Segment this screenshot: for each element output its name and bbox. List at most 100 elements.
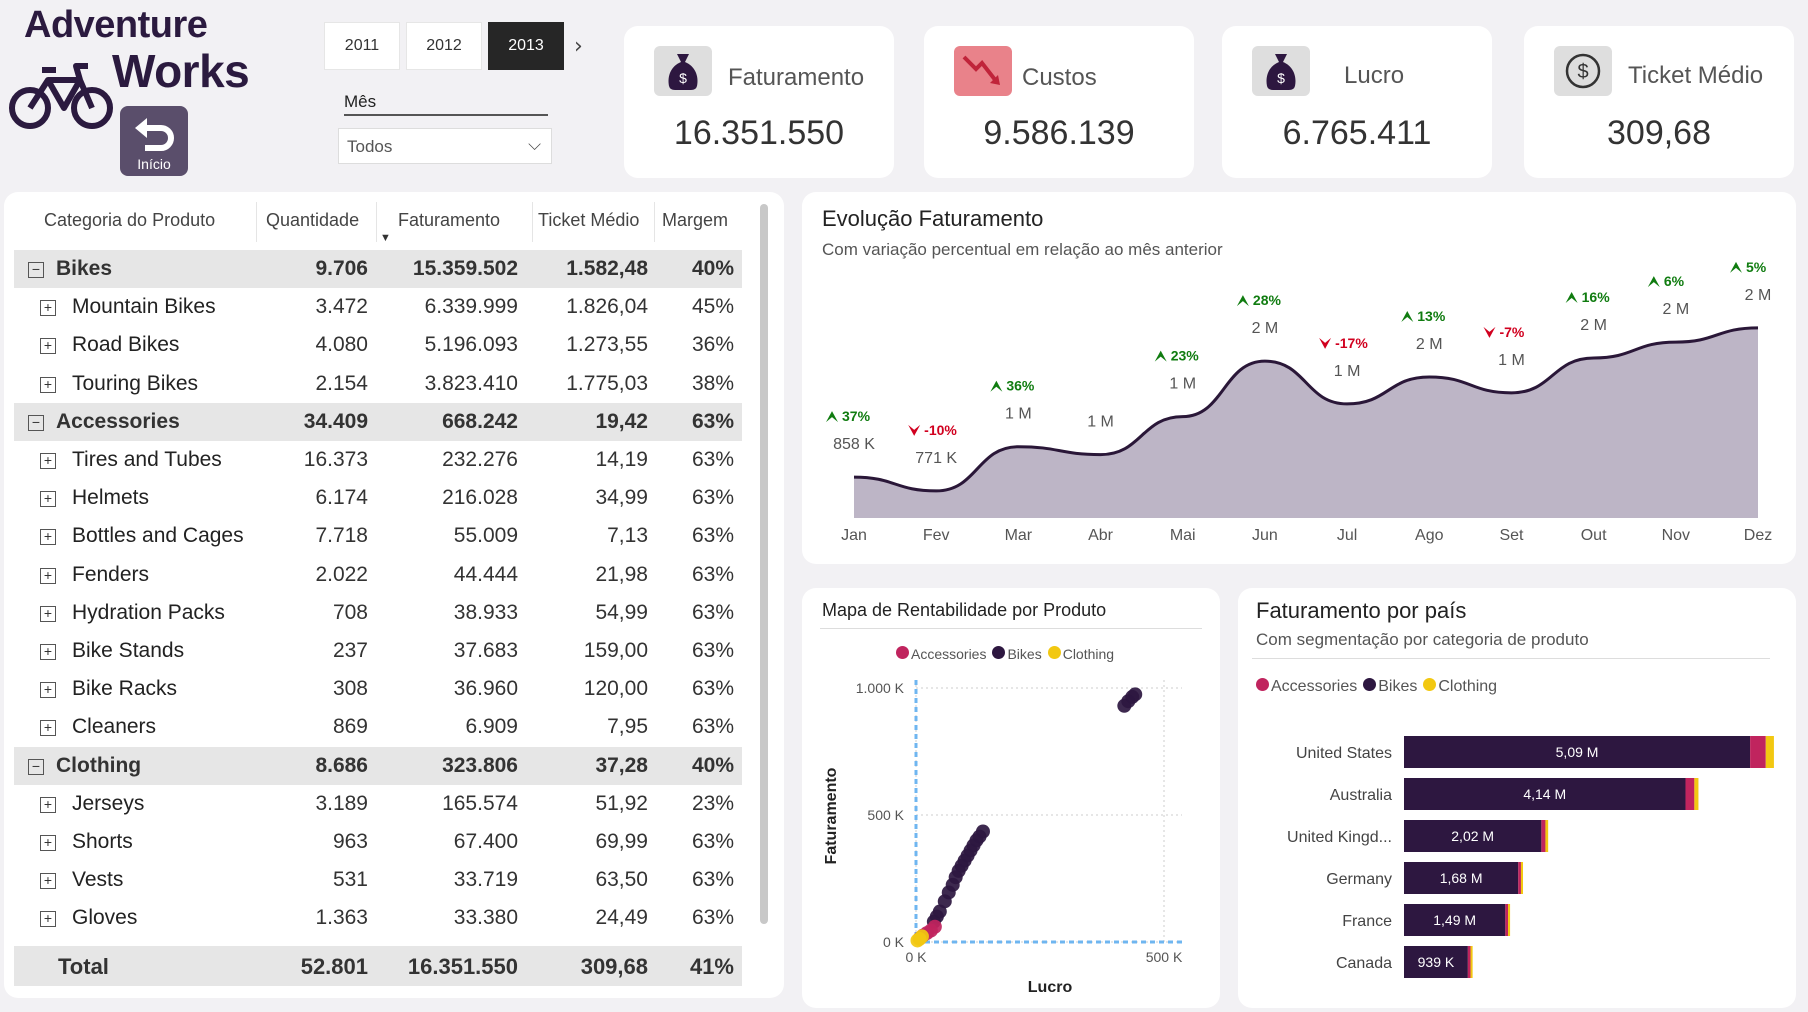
bar-segment-clothing[interactable] [1694, 778, 1699, 810]
home-button[interactable]: Início [120, 106, 188, 176]
bar-segment-clothing[interactable] [1520, 862, 1523, 894]
table-row[interactable]: + Helmets 6.174 216.028 34,99 63% [14, 479, 742, 517]
bar-segment-accessories[interactable] [1467, 946, 1471, 978]
row-quantidade: 237 [332, 639, 368, 662]
year-button-2013[interactable]: 2013 [488, 22, 564, 70]
table-scrollbar[interactable] [760, 204, 768, 924]
expand-icon[interactable]: + [40, 720, 56, 737]
table-row[interactable]: + Bike Racks 308 36.960 120,00 63% [14, 670, 742, 708]
x-axis-label: Lucro [1028, 979, 1073, 996]
data-label: 2 M [1416, 336, 1443, 353]
expand-icon[interactable]: + [40, 376, 56, 393]
logo-line2: Works [112, 45, 250, 97]
month-select[interactable]: Todos ⌵ [338, 128, 552, 164]
pct-change-up: 6% [1647, 273, 1685, 289]
bar-segment-accessories[interactable] [1685, 778, 1695, 810]
expand-icon[interactable]: + [40, 300, 56, 317]
expand-icon[interactable]: + [40, 338, 56, 355]
collapse-icon[interactable]: − [28, 758, 44, 775]
table-row[interactable]: + Cleaners 869 6.909 7,95 63% [14, 708, 742, 746]
row-quantidade: 34.409 [303, 409, 368, 433]
expand-icon[interactable]: + [40, 567, 56, 584]
bar-value-label: 4,14 M [1523, 786, 1566, 802]
table-row[interactable]: + Bottles and Cages 7.718 55.009 7,13 63% [14, 517, 742, 555]
row-ticket-medio: 63,50 [595, 868, 648, 892]
row-ticket-medio: 1.775,03 [566, 371, 648, 395]
bar-segment-clothing[interactable] [1765, 736, 1774, 768]
row-faturamento: 44.444 [453, 562, 518, 586]
data-label: 1 M [1087, 414, 1114, 431]
x-tick-label: Fev [923, 527, 950, 544]
bar-segment-clothing[interactable] [1508, 904, 1511, 936]
table-row[interactable]: + Mountain Bikes 3.472 6.339.999 1.826,04 45% [14, 288, 742, 326]
row-ticket-medio: 69,99 [595, 830, 648, 853]
row-quantidade: 6.174 [315, 486, 368, 510]
expand-icon[interactable]: + [40, 873, 56, 890]
pct-change-up: 5% [1730, 259, 1767, 275]
bar-segment-accessories[interactable] [1541, 820, 1546, 852]
expand-icon[interactable]: + [40, 796, 56, 813]
chevron-right-icon[interactable]: › [574, 34, 583, 59]
bar-segment-accessories[interactable] [1505, 904, 1509, 936]
pct-change-down: -7% [1483, 324, 1525, 340]
collapse-icon[interactable]: − [28, 262, 44, 278]
expand-icon[interactable]: + [40, 644, 56, 660]
row-quantidade: 869 [332, 715, 368, 739]
scatter-point-bikes[interactable] [1128, 687, 1143, 702]
table-row[interactable]: + Fenders 2.022 44.444 21,98 63% [14, 556, 742, 594]
table-row[interactable]: + Road Bikes 4.080 5.196.093 1.273,55 36% [14, 326, 742, 364]
pct-change-up: 36% [990, 378, 1035, 394]
row-margem: 63% [691, 448, 734, 471]
bar-segment-accessories[interactable] [1750, 736, 1766, 768]
table-row[interactable]: + Touring Bikes 2.154 3.823.410 1.775,03 38% [14, 365, 742, 403]
expand-icon[interactable]: + [40, 835, 56, 851]
table-group-row[interactable]: − Clothing 8.686 323.806 37,28 40% [14, 746, 742, 785]
expand-icon[interactable]: + [40, 911, 56, 928]
bar-segment-clothing[interactable] [1545, 820, 1549, 852]
table-row[interactable]: + Bike Stands 237 37.683 159,00 63% [14, 632, 742, 670]
row-category: Bottles and Cages [72, 524, 244, 548]
expand-icon[interactable]: + [40, 453, 56, 469]
table-group-row[interactable]: − Bikes 9.706 15.359.502 1.582,48 40% [14, 250, 742, 288]
row-quantidade: 531 [332, 868, 368, 892]
row-faturamento: 668.242 [442, 409, 518, 433]
return-arrow-icon [135, 118, 174, 151]
year-button-2011[interactable]: 2011 [324, 22, 400, 70]
data-label: 2 M [1580, 317, 1607, 334]
col-header-margem[interactable]: Margem [662, 210, 728, 231]
bar-segment-clothing[interactable] [1470, 946, 1473, 978]
row-ticket-medio: 21,98 [595, 562, 648, 586]
x-tick-label: Jan [841, 527, 867, 544]
table-row[interactable]: + Jerseys 3.189 165.574 51,92 23% [14, 785, 742, 823]
year-button-2012[interactable]: 2012 [406, 22, 482, 70]
col-header-faturamento[interactable]: Faturamento [398, 210, 500, 231]
chevron-down-icon: ⌵ [528, 135, 541, 154]
bar-segment-accessories[interactable] [1518, 862, 1521, 894]
col-header-categoria[interactable]: Categoria do Produto [44, 210, 215, 231]
svg-text:$: $ [679, 70, 687, 86]
expand-icon[interactable]: + [40, 682, 56, 699]
table-group-row[interactable]: − Accessories 34.409 668.242 19,42 63% [14, 402, 742, 441]
table-row[interactable]: + Tires and Tubes 16.373 232.276 14,19 63% [14, 441, 742, 479]
row-category: Vests [72, 868, 124, 892]
collapse-icon[interactable]: − [28, 414, 44, 431]
expand-icon[interactable]: + [40, 605, 56, 622]
table-row[interactable]: + Vests 531 33.719 63,50 63% [14, 861, 742, 899]
table-row[interactable]: + Gloves 1.363 33.380 24,49 63% [14, 899, 742, 937]
kpi-label: Lucro [1344, 62, 1405, 89]
expand-icon[interactable]: + [40, 491, 56, 508]
y-tick-label: 500 K [867, 807, 904, 823]
kpi-value: 6.765.411 [1282, 114, 1432, 152]
row-category: Bike Stands [72, 639, 185, 662]
col-header-quantidade[interactable]: Quantidade [266, 210, 359, 231]
category-label: Australia [1330, 787, 1392, 804]
table-row[interactable]: + Hydration Packs 708 38.933 54,99 63% [14, 594, 742, 632]
expand-icon[interactable]: + [40, 529, 56, 546]
scatter-point-clothing[interactable] [910, 933, 925, 948]
x-tick-label: Mar [1005, 527, 1033, 544]
col-header-ticket-medio[interactable]: Ticket Médio [538, 210, 639, 231]
row-category: Touring Bikes [72, 371, 199, 395]
table-row[interactable]: + Shorts 963 67.400 69,99 63% [14, 823, 742, 861]
row-faturamento: 33.380 [453, 906, 518, 930]
row-margem: 36% [691, 333, 734, 357]
